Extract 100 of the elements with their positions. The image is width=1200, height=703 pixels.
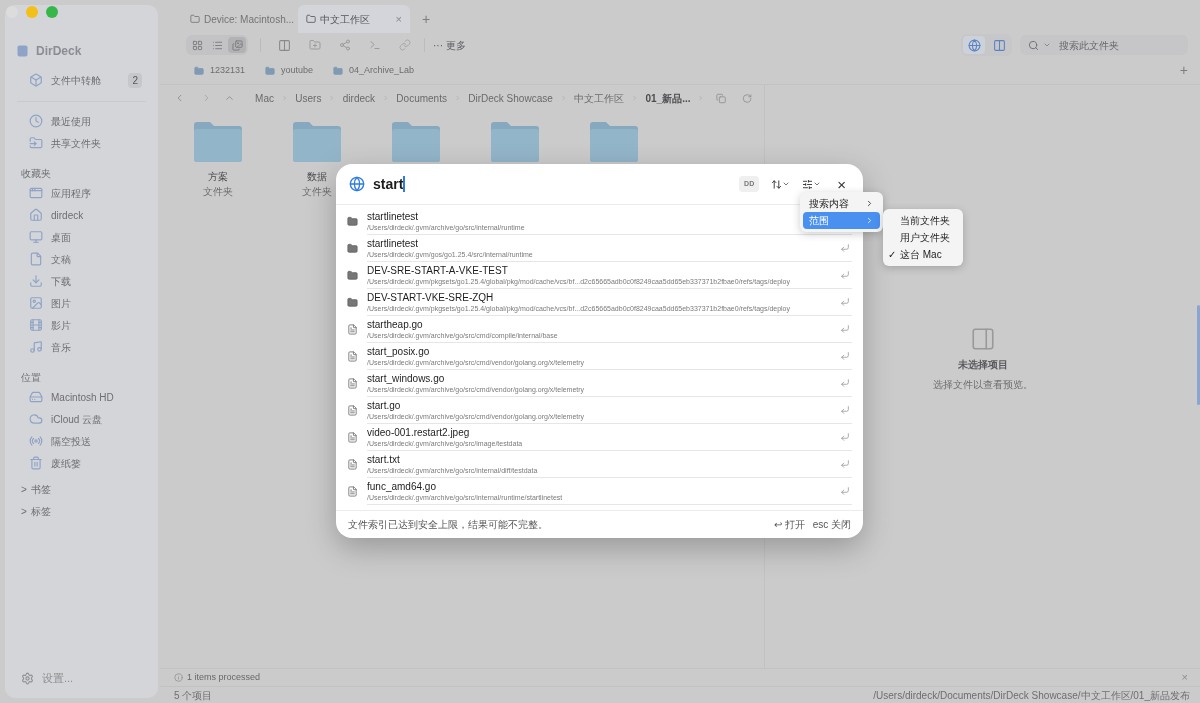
- cloud-icon: [29, 412, 43, 426]
- sidebar-item[interactable]: 下载: [51, 273, 71, 289]
- close-hint: esc 关闭: [812, 518, 851, 532]
- cube-icon: [29, 73, 43, 87]
- file-icon: [347, 486, 358, 497]
- close-tab-button[interactable]: ×: [395, 10, 402, 28]
- refresh-icon[interactable]: [741, 92, 752, 104]
- shared-folder-icon: [29, 136, 43, 150]
- preview-title: 未选择项目: [957, 358, 1008, 372]
- more-button[interactable]: ··· 更多: [433, 37, 466, 53]
- breadcrumb-item[interactable]: dirdeck: [342, 90, 375, 106]
- settings-icon: [21, 671, 34, 685]
- sort-button[interactable]: [771, 178, 791, 190]
- chevron-down-icon: [813, 180, 822, 188]
- folder-icon: [291, 121, 343, 163]
- menu-item[interactable]: 范围: [803, 212, 880, 229]
- info-icon: [174, 673, 183, 682]
- global-search-icon: [349, 176, 365, 192]
- sidebar-item[interactable]: 影片: [51, 317, 71, 333]
- sidebar-item[interactable]: 共享文件夹: [51, 135, 101, 151]
- link-icon[interactable]: [399, 39, 411, 51]
- chevron-down-icon: [782, 180, 791, 188]
- breadcrumb-item[interactable]: Users: [295, 90, 322, 106]
- sidebar-group[interactable]: 书签: [30, 481, 51, 497]
- disclosure-chevron[interactable]: >: [21, 503, 27, 519]
- breadcrumb-item[interactable]: Mac: [255, 90, 274, 106]
- clock-icon: [29, 114, 43, 128]
- favorite-item[interactable]: 04_Archive_Lab: [349, 63, 415, 78]
- search-icon: [1028, 39, 1039, 51]
- sidebar-item[interactable]: 音乐: [51, 339, 71, 355]
- new-folder-icon[interactable]: [309, 39, 321, 51]
- disclosure-chevron[interactable]: >: [21, 481, 27, 497]
- sort-icon: [771, 178, 783, 190]
- folder-icon: [347, 216, 358, 227]
- sidebar-item[interactable]: 隔空投送: [51, 433, 91, 449]
- tab[interactable]: 中文工作区 ×: [298, 5, 410, 33]
- folder-name: 方案: [208, 170, 228, 184]
- open-hint: ↩ 打开: [773, 518, 805, 532]
- new-tab-button[interactable]: +: [414, 5, 439, 33]
- image-icon: [29, 296, 43, 310]
- result-name: start_posix.go: [367, 344, 430, 358]
- sidebar-item[interactable]: Macintosh HD: [51, 389, 114, 405]
- sidebar-item[interactable]: 废纸篓: [51, 455, 81, 471]
- folder-icon: [190, 14, 200, 24]
- global-search-button[interactable]: [963, 36, 985, 54]
- breadcrumb-item[interactable]: Documents: [396, 90, 447, 106]
- filter-button[interactable]: [802, 178, 822, 190]
- file-icon: [347, 324, 358, 335]
- search-input[interactable]: start: [373, 173, 732, 195]
- chevron-down-icon: [1043, 41, 1051, 49]
- columns-icon: [992, 38, 1006, 52]
- favorite-item[interactable]: 1232131: [210, 63, 246, 78]
- folder-icon: [306, 14, 316, 24]
- folder-icon: [347, 297, 358, 308]
- drive-icon: [29, 390, 43, 404]
- globe-icon: [967, 38, 981, 52]
- result-name: start.txt: [367, 452, 400, 466]
- sidebar-item[interactable]: iCloud 云盘: [51, 411, 103, 427]
- preview-hint: 选择文件以查看预览。: [932, 378, 1033, 392]
- sidebar-item[interactable]: 桌面: [51, 229, 71, 245]
- close-status-button[interactable]: ×: [1181, 669, 1188, 686]
- breadcrumb-item[interactable]: DirDeck Showcase: [468, 90, 553, 106]
- menu-item[interactable]: 当前文件夹: [886, 212, 960, 229]
- sidebar-item[interactable]: 应用程序: [51, 185, 91, 201]
- result-name: start_windows.go: [367, 371, 445, 385]
- search-field[interactable]: 搜索此文件夹: [1020, 35, 1188, 55]
- add-favorite-button[interactable]: +: [1179, 60, 1188, 81]
- sliders-icon: [802, 178, 814, 190]
- tab[interactable]: Device: Macintosh...: [182, 5, 294, 33]
- split-view-icon[interactable]: [278, 38, 291, 52]
- copy-path-icon[interactable]: [715, 92, 726, 104]
- folder-icon: [192, 121, 244, 163]
- breadcrumb-item[interactable]: 01_新品...: [645, 90, 691, 106]
- sidebar-group[interactable]: 标签: [30, 503, 51, 519]
- share-icon[interactable]: [339, 39, 351, 51]
- menu-item[interactable]: ✓ 这台 Mac: [886, 246, 960, 263]
- scrollbar-thumb[interactable]: [1197, 305, 1200, 405]
- apps-icon: [29, 186, 43, 200]
- sidebar-item[interactable]: 最近使用: [51, 113, 91, 129]
- sidebar-item[interactable]: 文件中转舱: [51, 72, 121, 88]
- sidebar-item[interactable]: dirdeck: [51, 207, 84, 223]
- favorite-item[interactable]: youtube: [281, 63, 314, 78]
- sidebar-item[interactable]: 文稿: [51, 251, 71, 267]
- section-title: 收藏夹: [20, 167, 52, 181]
- terminal-icon[interactable]: [369, 39, 381, 51]
- close-button[interactable]: ×: [837, 176, 846, 192]
- menu-item[interactable]: 用户文件夹: [886, 229, 960, 246]
- result-name: startlinetest: [367, 236, 419, 250]
- file-icon: [347, 459, 358, 470]
- status-message: 1 items processed: [187, 670, 261, 684]
- settings-link[interactable]: 设置...: [42, 669, 74, 687]
- result-name: DEV-SRE-START-A-VKE-TEST: [367, 263, 508, 277]
- breadcrumb-item[interactable]: 中文工作区: [574, 90, 625, 106]
- file-icon: [347, 351, 358, 362]
- folder-name: 数据: [307, 170, 327, 184]
- result-name: DEV-START-VKE-SRE-ZQH: [367, 290, 494, 304]
- gallery-view-icon[interactable]: [228, 37, 246, 53]
- folder-icon: [347, 243, 358, 254]
- sidebar-item[interactable]: 图片: [51, 295, 71, 311]
- footer-note: 文件索引已达到安全上限，结果可能不完整。: [348, 518, 549, 532]
